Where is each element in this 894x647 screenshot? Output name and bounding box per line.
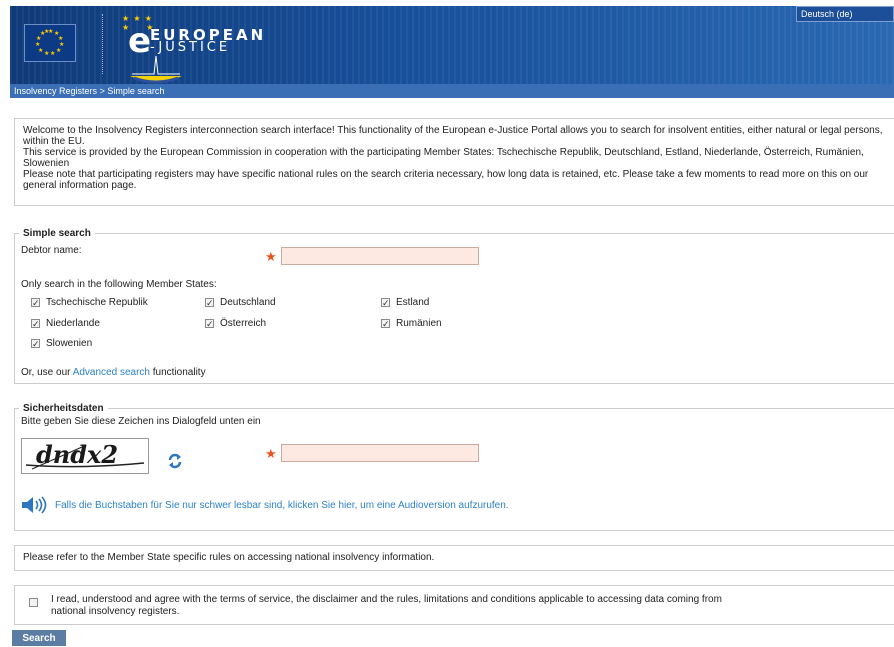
agree-text-line-1: I read, understood and agree with the te… [51,594,722,605]
simple-search-legend: Simple search [23,228,91,239]
breadcrumb: Insolvency Registers > Simple search [10,84,894,98]
logo-justice: -JUSTICE [150,40,231,55]
captcha-instruction: Bitte geben Sie diese Zeichen ins Dialog… [21,416,261,427]
checkbox-label: Niederlande [46,318,100,329]
svg-text:★: ★ [35,41,40,48]
portal-header: ★ ★ ★ ★ ★ ★ ★ ★ ★ ★ ★ ★ ★ ★ ★ ★ ★ e EUROPEAN -JUS… [10,6,894,98]
checkbox-label: Deutschland [220,297,276,308]
checkbox-osterreich[interactable]: ✓ [205,319,214,329]
checkbox-tschechische-republik[interactable]: ✓ [31,298,40,308]
intro-paragraph-3: Please note that participating registers… [23,169,869,191]
security-fieldset: Sicherheitsdaten Bitte geben Sie diese Z… [14,403,894,531]
svg-text:★: ★ [50,50,55,57]
search-button[interactable]: Search [12,630,66,646]
logo-e: e [128,21,152,61]
refer-text: Please refer to the Member State specifi… [23,552,435,563]
intro-paragraph-2: This service is provided by the European… [23,147,864,169]
checkbox-estland[interactable]: ✓ [381,298,390,308]
intro-paragraph-1: Welcome to the Insolvency Registers inte… [23,125,883,147]
language-selector[interactable]: Deutsch (de) [796,6,894,22]
member-states-label: Only search in the following Member Stat… [21,279,217,290]
checkbox-niederlande[interactable]: ✓ [31,319,40,329]
required-icon: ★ [265,249,277,264]
intro-text-box: Welcome to the Insolvency Registers inte… [14,118,894,206]
breadcrumb-current: Simple search [107,86,165,96]
svg-text:★: ★ [44,50,49,57]
breadcrumb-separator: > [99,86,105,96]
checkbox-label: Estland [396,297,430,308]
audio-version-link[interactable]: Falls die Buchstaben für Sie nur schwer … [55,500,509,511]
checkbox-deutschland[interactable]: ✓ [205,298,214,308]
checkbox-label: Österreich [220,318,267,329]
debtor-name-label: Debtor name: [21,245,82,256]
audio-speaker-icon[interactable] [21,496,49,514]
captcha-text: dndx2 [36,440,118,469]
simple-search-fieldset: Simple search Debtor name: ★ Only search… [14,228,894,384]
svg-text:★: ★ [38,47,43,54]
advanced-search-link[interactable]: Advanced search [73,367,150,378]
advanced-suffix: functionality [152,367,206,378]
checkbox-rumanien[interactable]: ✓ [381,319,390,329]
refer-info-box: Please refer to the Member State specifi… [14,545,894,571]
agree-text-line-2: national insolvency registers. [51,606,180,617]
eu-flag-icon: ★ ★ ★ ★ ★ ★ ★ ★ ★ ★ ★ ★ [24,24,76,62]
checkbox-slowenien[interactable]: ✓ [31,339,40,349]
checkbox-label: Slowenien [46,338,93,349]
logo-boat-icon [130,56,182,84]
captcha-input[interactable] [281,444,479,462]
advanced-search-line: Or, use our Advanced search functionalit… [21,367,206,378]
agree-box: I read, understood and agree with the te… [14,585,894,625]
agree-checkbox[interactable] [29,598,38,607]
debtor-name-input[interactable] [281,247,479,265]
captcha-image: dndx2 [21,438,149,474]
breadcrumb-insolvency-registers[interactable]: Insolvency Registers [14,86,97,96]
svg-text:★: ★ [44,28,49,35]
checkbox-label: Tschechische Republik [46,297,148,308]
refresh-captcha-icon[interactable] [166,452,184,470]
advanced-prefix: Or, use our [21,367,71,378]
svg-text:★: ★ [56,47,61,54]
security-legend: Sicherheitsdaten [23,403,104,414]
checkbox-label: Rumänien [396,318,442,329]
required-icon: ★ [265,446,277,461]
